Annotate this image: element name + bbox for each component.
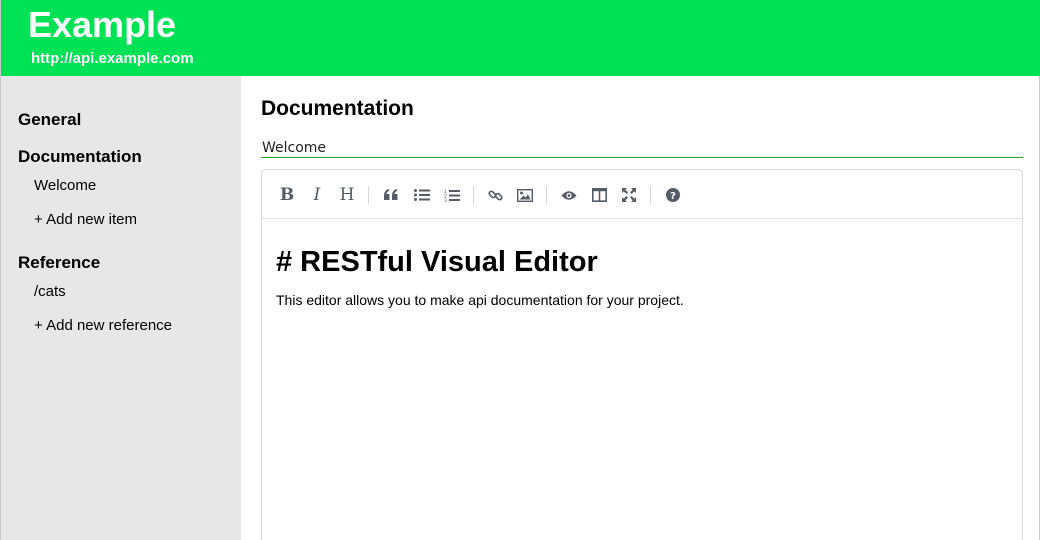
toolbar-separator [473, 186, 474, 204]
heading-glyph: H [339, 184, 355, 205]
markdown-editor: B I H 123 ? # RESTful Visual Editor This… [261, 169, 1023, 540]
sidebar-heading-documentation[interactable]: Documentation [18, 147, 142, 167]
svg-text:?: ? [670, 191, 676, 202]
sidebar-heading-general[interactable]: General [18, 110, 81, 130]
ordered-list-icon[interactable]: 123 [439, 182, 465, 208]
app-header: Example http://api.example.com [0, 0, 1040, 76]
heading-icon[interactable]: H [334, 182, 360, 208]
fullscreen-icon[interactable] [616, 182, 642, 208]
preview-icon[interactable] [556, 182, 582, 208]
image-icon[interactable] [512, 182, 538, 208]
add-new-reference-link[interactable]: + Add new reference [34, 317, 172, 335]
add-new-item-link[interactable]: + Add new item [34, 211, 137, 229]
markdown-heading-line: # RESTful Visual Editor [276, 246, 598, 278]
sidebar: General Documentation Welcome + Add new … [0, 76, 241, 540]
toolbar-separator [368, 186, 369, 204]
bold-glyph: B [279, 184, 295, 205]
editor-toolbar: B I H 123 ? [262, 170, 1022, 219]
bold-icon[interactable]: B [274, 182, 300, 208]
svg-text:3: 3 [444, 198, 447, 202]
unordered-list-icon[interactable] [409, 182, 435, 208]
link-icon[interactable] [482, 182, 508, 208]
toolbar-separator [546, 186, 547, 204]
italic-icon[interactable]: I [304, 182, 330, 208]
help-icon[interactable]: ? [660, 182, 686, 208]
page-title-input[interactable] [261, 138, 1023, 158]
sidebar-item-cats[interactable]: /cats [34, 283, 66, 301]
page-heading: Documentation [261, 97, 414, 120]
markdown-paragraph-line: This editor allows you to make api docum… [276, 292, 684, 308]
editor-content[interactable]: # RESTful Visual Editor This editor allo… [276, 246, 1006, 309]
toolbar-separator [650, 186, 651, 204]
main-content: Documentation B I H 123 [241, 76, 1040, 540]
sidebar-item-welcome[interactable]: Welcome [34, 177, 96, 195]
sidebar-heading-reference[interactable]: Reference [18, 253, 100, 273]
api-base-url: http://api.example.com [31, 50, 194, 67]
side-by-side-icon[interactable] [586, 182, 612, 208]
italic-glyph: I [313, 184, 321, 205]
app-title: Example [28, 4, 177, 45]
quote-icon[interactable] [378, 182, 404, 208]
